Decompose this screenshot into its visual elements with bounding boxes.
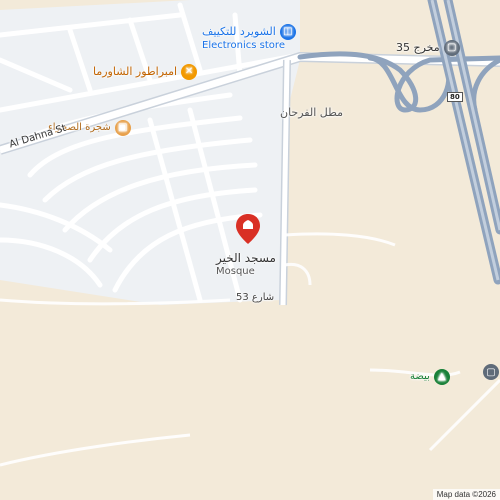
electronics-store-poi[interactable]: الشويرد للتكييف ◫ Electronics store bbox=[202, 24, 296, 52]
map-attribution: Map data ©2026 bbox=[432, 489, 500, 500]
map-base-layer bbox=[0, 0, 500, 467]
park-icon: ▲ bbox=[433, 369, 450, 385]
mosque-name-ar: مسجد الخير bbox=[216, 251, 276, 265]
exit-35-text: مخرج 35 bbox=[396, 40, 440, 54]
map-canvas[interactable]: الشويرد للتكييف ◫ Electronics store امبر… bbox=[0, 0, 500, 500]
shopping-bag-icon: ▣ bbox=[114, 120, 131, 136]
mosque-name-en: Mosque bbox=[216, 265, 255, 277]
bus-icon: ▢ bbox=[443, 40, 460, 56]
place-of-worship-icon bbox=[236, 214, 260, 244]
mosque-pin[interactable] bbox=[236, 214, 260, 244]
restaurant-name: امبراطور الشاورما bbox=[93, 64, 178, 78]
park-poi[interactable]: بيضة ▲ bbox=[410, 369, 450, 385]
store-icon: ◫ bbox=[279, 24, 296, 40]
restaurant-poi[interactable]: امبراطور الشاورما ✕ bbox=[93, 64, 198, 80]
street-label-53: شارع 53 bbox=[236, 292, 275, 303]
fork-knife-icon: ✕ bbox=[181, 64, 198, 80]
store-name-en: Electronics store bbox=[202, 40, 285, 51]
mutal-alfarhan-label: مطل الفرحان bbox=[280, 106, 344, 119]
exit-35-label[interactable]: مخرج 35 ▢ bbox=[396, 40, 460, 56]
park-label: بيضة bbox=[410, 371, 430, 383]
bus-icon[interactable]: ▢ bbox=[483, 364, 499, 380]
route-80-shield: 80 bbox=[447, 92, 463, 102]
store-name-ar: الشويرد للتكييف bbox=[202, 24, 276, 38]
mosque-label: مسجد الخير Mosque bbox=[216, 251, 276, 277]
